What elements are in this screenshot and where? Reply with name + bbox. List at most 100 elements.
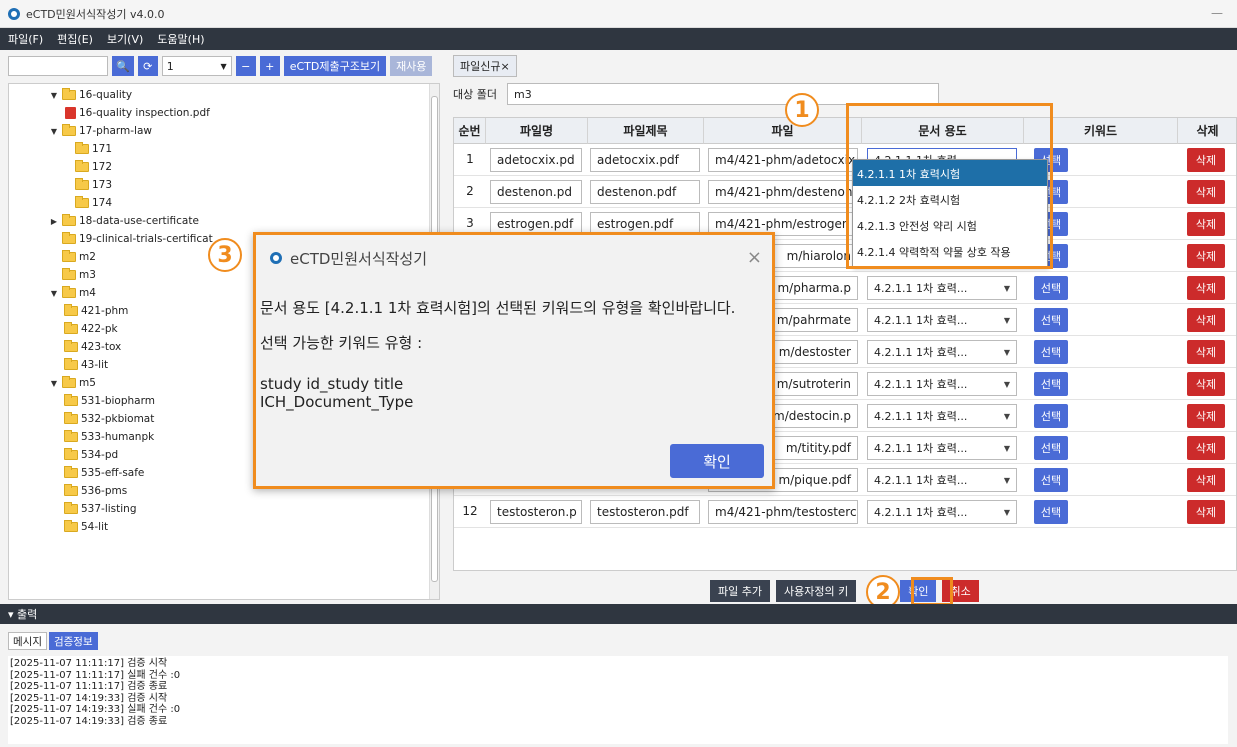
tree-item[interactable]: 532-pkbiomat: [64, 410, 154, 428]
reuse-button[interactable]: 재사용: [390, 56, 433, 76]
tree-item[interactable]: 421-phm: [64, 302, 128, 320]
tree-item[interactable]: 16-quality inspection.pdf: [65, 104, 210, 122]
confirm-button[interactable]: 확인: [900, 580, 937, 602]
keyword-select-button[interactable]: 선택: [1034, 404, 1068, 428]
folder-icon: [62, 250, 76, 262]
tree-item[interactable]: 173: [75, 176, 112, 194]
dropdown-option[interactable]: 4.2.1.1 1차 효력시험: [853, 160, 1047, 186]
tree-item[interactable]: 531-biopharm: [64, 392, 155, 410]
tree-item[interactable]: 535-eff-safe: [64, 464, 144, 482]
custom-keyword-button[interactable]: 사용자정의 키: [775, 580, 857, 602]
tree-item[interactable]: 534-pd: [64, 446, 118, 464]
delete-button[interactable]: 삭제: [1187, 180, 1225, 204]
doc-usage-select[interactable]: 4.2.1.1 1차 효력... ▼: [867, 308, 1017, 332]
tab-label: 파일신규: [460, 60, 501, 73]
caret-right-icon[interactable]: ▶: [49, 217, 59, 226]
tab-validation[interactable]: 검증정보: [48, 632, 98, 650]
tree-item[interactable]: 537-listing: [64, 500, 137, 518]
tree-item[interactable]: 423-tox: [64, 338, 121, 356]
dialog-ok-button[interactable]: 확인: [670, 444, 764, 478]
keyword-select-button[interactable]: 선택: [1034, 308, 1068, 332]
delete-button[interactable]: 삭제: [1187, 340, 1225, 364]
keyword-select-button[interactable]: 선택: [1034, 276, 1068, 300]
file-path-input[interactable]: m4/421-phm/testosterc: [708, 500, 858, 524]
tab-messages[interactable]: 메시지: [8, 632, 47, 650]
keyword-select-button[interactable]: 선택: [1034, 500, 1068, 524]
delete-button[interactable]: 삭제: [1187, 436, 1225, 460]
delete-button[interactable]: 삭제: [1187, 308, 1225, 332]
tree-item[interactable]: m3: [62, 266, 96, 284]
keyword-select-button[interactable]: 선택: [1034, 436, 1068, 460]
delete-button[interactable]: 삭제: [1187, 148, 1225, 172]
tree-item[interactable]: 54-lit: [64, 518, 108, 536]
tree-item[interactable]: 174: [75, 194, 112, 212]
target-folder-input[interactable]: m3: [506, 83, 939, 105]
menu-file[interactable]: 파일(F): [8, 31, 43, 47]
search-icon[interactable]: 🔍: [112, 56, 134, 76]
tree-item-label: 18-data-use-certificate: [79, 215, 199, 227]
caret-down-icon[interactable]: ▼: [49, 379, 59, 388]
tree-item[interactable]: 422-pk: [64, 320, 118, 338]
tree-search-input[interactable]: [8, 56, 108, 76]
tree-item[interactable]: 43-lit: [64, 356, 108, 374]
tree-item[interactable]: 533-humanpk: [64, 428, 154, 446]
dropdown-option[interactable]: 4.2.1.3 안전성 약리 시험: [853, 212, 1047, 238]
file-title-input[interactable]: testosteron.pdf: [590, 500, 700, 524]
menu-view[interactable]: 보기(V): [107, 31, 143, 47]
doc-usage-select[interactable]: 4.2.1.1 1차 효력... ▼: [867, 340, 1017, 364]
dropdown-option[interactable]: 4.2.1.4 약력학적 약물 상호 작용: [853, 238, 1047, 264]
file-path-input[interactable]: m4/421-phm/destenon: [708, 180, 858, 204]
output-panel-header[interactable]: ▾ 출력: [0, 604, 1237, 624]
delete-button[interactable]: 삭제: [1187, 212, 1225, 236]
tree-item[interactable]: ▼ m4: [49, 284, 96, 302]
doc-usage-select[interactable]: 4.2.1.1 1차 효력... ▼: [867, 372, 1017, 396]
file-title-input[interactable]: destenon.pdf: [590, 180, 700, 204]
expand-button[interactable]: +: [259, 56, 280, 76]
doc-usage-select[interactable]: 4.2.1.1 1차 효력... ▼: [867, 404, 1017, 428]
tree-item[interactable]: ▼ 17-pharm-law: [49, 122, 152, 140]
tree-item[interactable]: m2: [62, 248, 96, 266]
cancel-button[interactable]: 취소: [942, 580, 979, 602]
keyword-select-button[interactable]: 선택: [1034, 340, 1068, 364]
tree-item[interactable]: 171: [75, 140, 112, 158]
keyword-select-button[interactable]: 선택: [1034, 372, 1068, 396]
collapse-button[interactable]: −: [235, 56, 256, 76]
delete-button[interactable]: 삭제: [1187, 500, 1225, 524]
delete-button[interactable]: 삭제: [1187, 276, 1225, 300]
tree-item[interactable]: 536-pms: [64, 482, 127, 500]
menu-help[interactable]: 도움말(H): [157, 31, 204, 47]
caret-down-icon[interactable]: ▼: [49, 289, 59, 298]
file-name-input[interactable]: testosteron.p: [490, 500, 582, 524]
caret-down-icon[interactable]: ▼: [49, 127, 59, 136]
doc-usage-select[interactable]: 4.2.1.1 1차 효력... ▼: [867, 500, 1017, 524]
tree-item[interactable]: ▶ 18-data-use-certificate: [49, 212, 199, 230]
level-select[interactable]: 1 ▼: [161, 56, 232, 76]
menu-edit[interactable]: 편집(E): [57, 31, 93, 47]
caret-down-icon[interactable]: ▼: [49, 91, 59, 100]
file-title-input[interactable]: adetocxix.pdf: [590, 148, 700, 172]
delete-button[interactable]: 삭제: [1187, 468, 1225, 492]
tree-item[interactable]: ▼ 16-quality: [49, 86, 132, 104]
table-row: 2 destenon.pd destenon.pdf m4/421-phm/de…: [454, 176, 1236, 208]
delete-button[interactable]: 삭제: [1187, 244, 1225, 268]
refresh-icon[interactable]: ⟳: [137, 56, 158, 76]
tab-new-file[interactable]: 파일신규 ×: [453, 55, 517, 77]
add-file-button[interactable]: 파일 추가: [710, 580, 770, 602]
minimize-button[interactable]: —: [1211, 6, 1223, 20]
tree-item[interactable]: ▼ m5: [49, 374, 96, 392]
doc-usage-select[interactable]: 4.2.1.1 1차 효력... ▼: [867, 276, 1017, 300]
tree-item[interactable]: 19-clinical-trials-certificat: [62, 230, 213, 248]
file-path-input[interactable]: m4/421-phm/adetocxix: [708, 148, 858, 172]
structure-view-button[interactable]: eCTD제출구조보기: [283, 56, 387, 76]
doc-usage-select[interactable]: 4.2.1.1 1차 효력... ▼: [867, 468, 1017, 492]
delete-button[interactable]: 삭제: [1187, 404, 1225, 428]
doc-usage-select[interactable]: 4.2.1.1 1차 효력... ▼: [867, 436, 1017, 460]
dropdown-option[interactable]: 4.2.1.2 2차 효력시험: [853, 186, 1047, 212]
close-icon[interactable]: ×: [747, 247, 762, 268]
close-icon[interactable]: ×: [500, 60, 509, 73]
file-name-input[interactable]: destenon.pd: [490, 180, 582, 204]
keyword-select-button[interactable]: 선택: [1034, 468, 1068, 492]
tree-item[interactable]: 172: [75, 158, 112, 176]
file-name-input[interactable]: adetocxix.pd: [490, 148, 582, 172]
delete-button[interactable]: 삭제: [1187, 372, 1225, 396]
